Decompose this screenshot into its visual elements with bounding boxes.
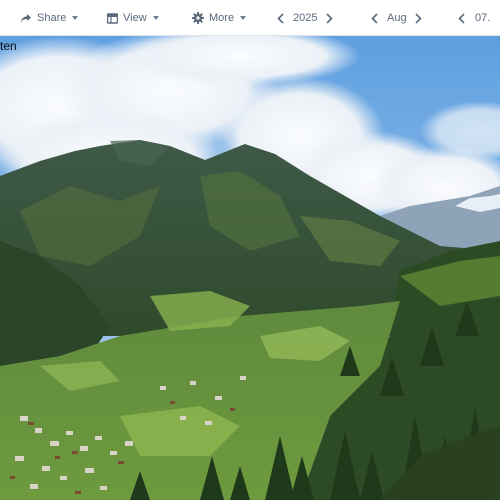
chevron-right-icon xyxy=(326,12,333,24)
month-prev-button[interactable] xyxy=(371,0,378,36)
share-button[interactable]: Share xyxy=(20,0,79,36)
month-value[interactable]: Aug xyxy=(387,0,407,36)
day-value[interactable]: 07. xyxy=(475,0,490,36)
share-label: Share xyxy=(37,12,67,24)
chevron-down-icon xyxy=(72,16,79,20)
year-prev-button[interactable] xyxy=(277,0,284,36)
year-next-button[interactable] xyxy=(326,0,333,36)
chevron-left-icon xyxy=(277,12,284,24)
more-button[interactable]: More xyxy=(192,0,247,36)
view-icon xyxy=(107,12,118,24)
year-label: 2025 xyxy=(293,12,318,24)
share-icon xyxy=(20,13,31,22)
view-button[interactable]: View xyxy=(107,0,159,36)
chevron-down-icon xyxy=(240,16,247,20)
chevron-down-icon xyxy=(152,16,159,20)
view-label: View xyxy=(123,12,147,24)
chevron-left-icon xyxy=(371,12,378,24)
month-label: Aug xyxy=(387,12,407,24)
photo-toolbar: Share View More 2025 Aug 07. xyxy=(0,0,500,36)
day-label: 07. xyxy=(475,12,491,24)
landscape-photo xyxy=(0,36,500,500)
gear-icon xyxy=(192,12,204,24)
month-next-button[interactable] xyxy=(415,0,422,36)
day-prev-button[interactable] xyxy=(458,0,465,36)
chevron-left-icon xyxy=(458,12,465,24)
year-value[interactable]: 2025 xyxy=(293,0,317,36)
more-label: More xyxy=(209,12,235,24)
photo-caption: ten xyxy=(0,39,17,53)
mountain-valley-image xyxy=(0,36,500,500)
chevron-right-icon xyxy=(415,12,422,24)
